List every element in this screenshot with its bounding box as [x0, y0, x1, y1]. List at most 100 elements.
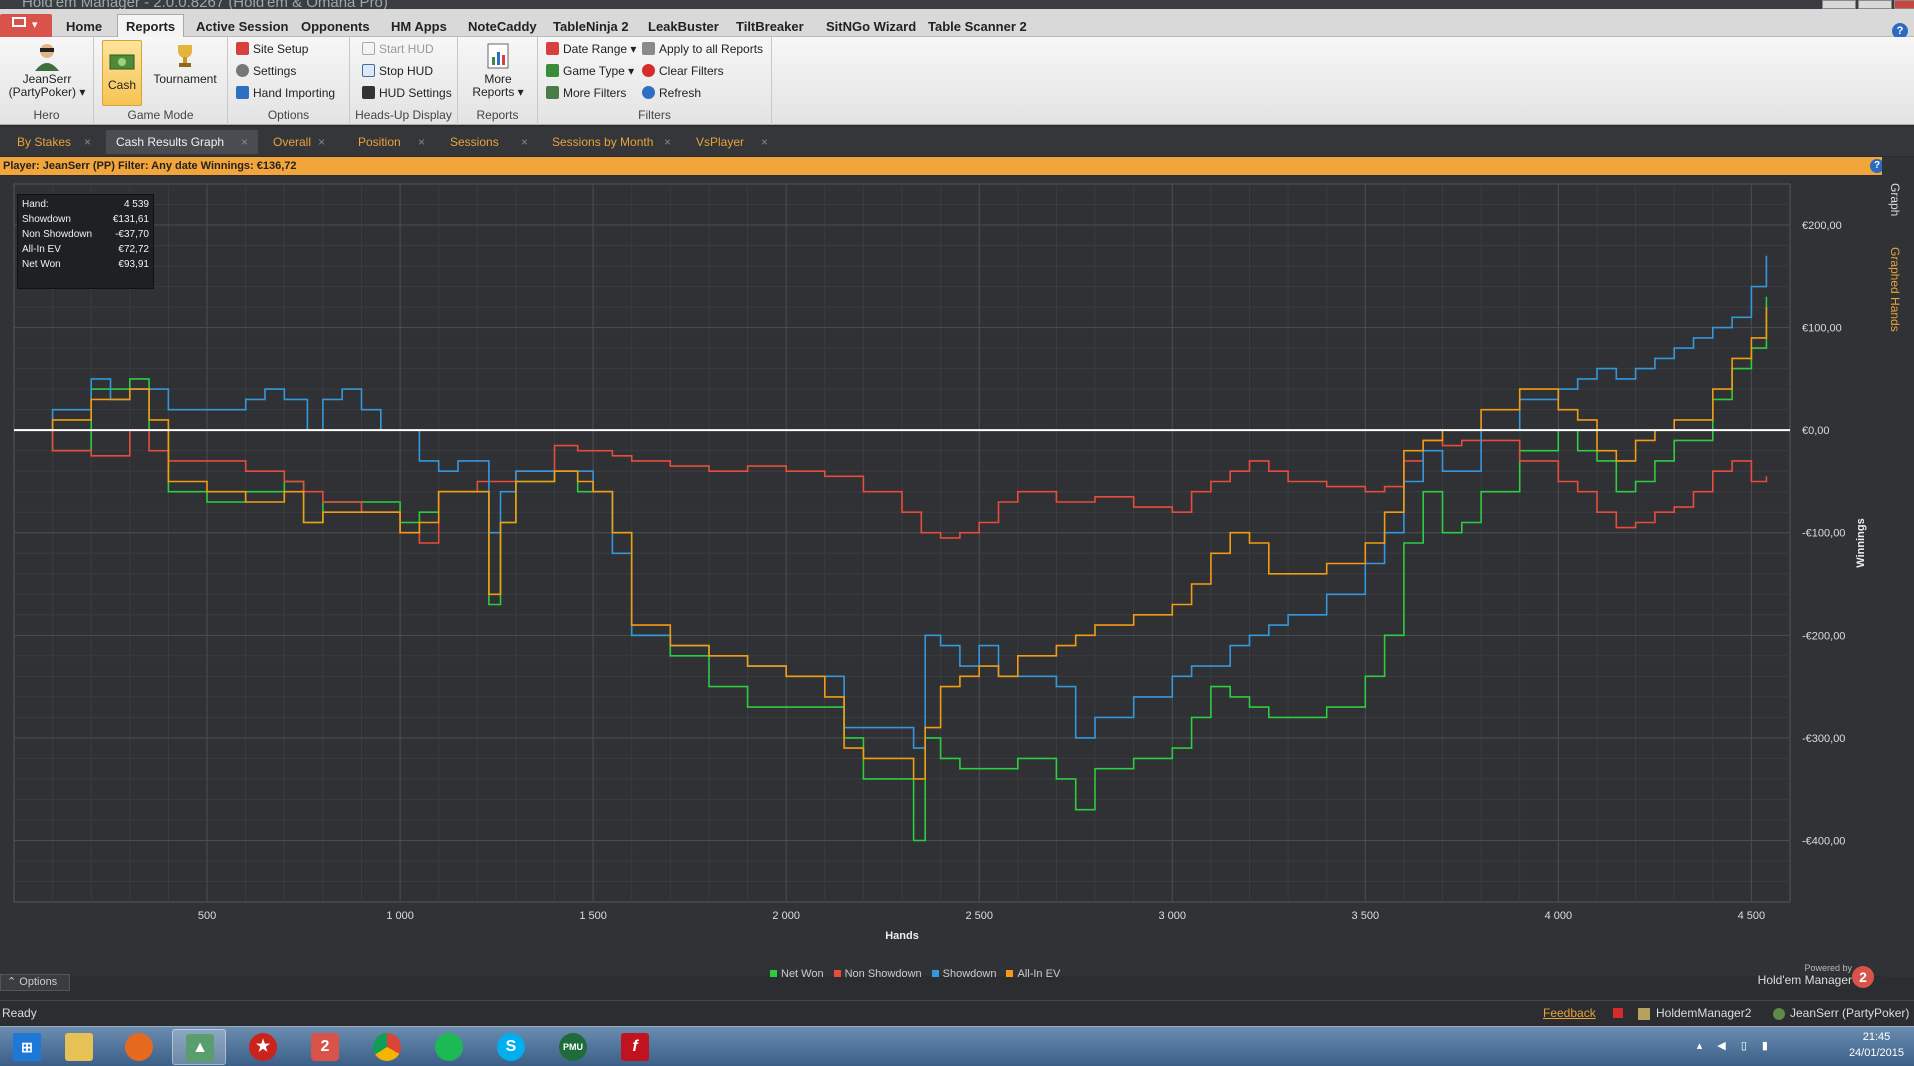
- app-menu-button[interactable]: ▾: [0, 14, 52, 38]
- close-icon[interactable]: ×: [84, 130, 91, 154]
- game-mode-group-label: Game Mode: [127, 108, 194, 122]
- refresh-icon: [642, 86, 655, 99]
- menu-tab-notecaddy[interactable]: NoteCaddy: [460, 16, 545, 38]
- reports-group: More Reports ▾ Reports: [458, 37, 538, 125]
- feedback-link[interactable]: Feedback: [1543, 1001, 1596, 1025]
- taskbar-explorer[interactable]: [52, 1029, 106, 1065]
- close-icon[interactable]: ×: [521, 130, 528, 154]
- clear-icon: [642, 64, 655, 77]
- close-button[interactable]: [1894, 0, 1914, 9]
- close-icon[interactable]: ×: [318, 130, 325, 154]
- side-tab-graphed-hands[interactable]: Graphed Hands: [1888, 247, 1902, 332]
- status-player: JeanSerr (PartyPoker): [1790, 1006, 1910, 1020]
- hero-button[interactable]: JeanSerr (PartyPoker) ▾: [6, 41, 88, 105]
- stop-hud-button[interactable]: Stop HUD: [362, 62, 433, 81]
- close-icon[interactable]: ×: [664, 130, 671, 154]
- settings-button[interactable]: Settings: [236, 62, 296, 81]
- doc-tab-sessions-by-month[interactable]: Sessions by Month ×: [542, 130, 681, 154]
- start-button[interactable]: ⊞: [0, 1029, 54, 1065]
- site-setup-icon: [236, 42, 249, 55]
- refresh-label: Refresh: [659, 86, 702, 100]
- stat-label: Non Showdown: [22, 229, 93, 240]
- cash-button[interactable]: Cash: [102, 40, 142, 106]
- document-tabs: By Stakes × Cash Results Graph × Overall × Pos…: [0, 127, 1914, 156]
- doc-tab-overall[interactable]: Overall ×: [263, 130, 335, 154]
- reports-icon: [487, 43, 509, 69]
- close-icon[interactable]: ×: [418, 130, 425, 154]
- stat-row: Net Won €93,91: [22, 257, 149, 272]
- taskbar-spotify[interactable]: [422, 1029, 476, 1065]
- menu-tab-leakbuster[interactable]: LeakBuster: [640, 16, 727, 38]
- hud-settings-button[interactable]: HUD Settings: [362, 84, 452, 103]
- doc-tab-label: By Stakes: [17, 135, 72, 149]
- results-chart: 500 1 000 1 500 2 000 2 500 3 000 3 500 4 000 4 …: [13, 183, 1867, 942]
- y-tick-label: €0,00: [1802, 425, 1830, 437]
- menu-tab-hm-apps[interactable]: HM Apps: [383, 16, 455, 38]
- menu-tab-reports[interactable]: Reports: [117, 14, 185, 38]
- tournament-button[interactable]: Tournament: [146, 41, 224, 105]
- site-setup-button[interactable]: Site Setup: [236, 40, 308, 59]
- taskbar-skype[interactable]: S: [484, 1029, 538, 1065]
- taskbar-pmu[interactable]: PMU: [546, 1029, 600, 1065]
- menu-tab-opponents[interactable]: Opponents: [293, 16, 378, 38]
- x-tick-label: 3 000: [1158, 910, 1186, 922]
- doc-tab-sessions[interactable]: Sessions ×: [440, 130, 538, 154]
- start-hud-button[interactable]: Start HUD: [362, 40, 434, 59]
- taskbar-hm2[interactable]: ▲: [172, 1029, 226, 1065]
- powered-by: Powered by Hold'em Manager: [1757, 963, 1852, 987]
- y-tick-label: -€400,00: [1802, 835, 1845, 847]
- menu-tab-tableninja-2[interactable]: TableNinja 2: [545, 16, 637, 38]
- taskbar-pokerstars[interactable]: ★: [236, 1029, 290, 1065]
- more-reports-line1: More: [484, 72, 512, 86]
- legend-item[interactable]: All-In EV: [1006, 968, 1060, 980]
- menu-tab-home[interactable]: Home: [58, 16, 110, 38]
- taskbar-flash[interactable]: f: [608, 1029, 662, 1065]
- more-reports-button[interactable]: More Reports ▾: [468, 41, 528, 105]
- hud-group: Start HUD Stop HUD HUD Settings Heads-Up…: [350, 37, 458, 125]
- doc-tab-by-stakes[interactable]: By Stakes ×: [7, 130, 101, 154]
- close-icon[interactable]: ×: [761, 130, 768, 154]
- menu-tab-sitngo-wizard[interactable]: SitNGo Wizard: [818, 16, 924, 38]
- chrome-icon: [373, 1033, 401, 1061]
- taskbar-hm2-alt[interactable]: 2: [298, 1029, 352, 1065]
- system-tray[interactable]: ▴ ◀ ▯ ▮: [1697, 1039, 1774, 1052]
- refresh-button[interactable]: Refresh: [642, 84, 701, 103]
- clear-filters-button[interactable]: Clear Filters: [642, 62, 724, 81]
- menu-tab-table-scanner-2[interactable]: Table Scanner 2: [920, 16, 1035, 38]
- site-setup-label: Site Setup: [253, 42, 309, 56]
- options-group-label: Options: [267, 108, 310, 122]
- y-axis-label: Winnings: [1855, 518, 1867, 567]
- more-filters-button[interactable]: More Filters: [546, 84, 626, 103]
- options-toggle-button[interactable]: ⌃ Options: [0, 974, 70, 991]
- date-range-button[interactable]: Date Range ▾: [546, 40, 636, 59]
- game-type-icon: [546, 64, 559, 77]
- menu-tab-tiltbreaker[interactable]: TiltBreaker: [728, 16, 812, 38]
- apply-to-all-reports-button[interactable]: Apply to all Reports: [642, 40, 763, 59]
- hand-importing-button[interactable]: Hand Importing: [236, 84, 335, 103]
- minimize-button[interactable]: [1822, 0, 1856, 9]
- stat-row: Non Showdown -€37,70: [22, 227, 149, 242]
- play-icon: [362, 42, 375, 55]
- doc-tab-position[interactable]: Position ×: [348, 130, 435, 154]
- cash-results-graph: 500 1 000 1 500 2 000 2 500 3 000 3 500 4 000 4 …: [0, 176, 1882, 980]
- taskbar-firefox[interactable]: [112, 1029, 166, 1065]
- doc-tab-label: Sessions by Month: [552, 135, 654, 149]
- hand-importing-label: Hand Importing: [253, 86, 336, 100]
- legend-item[interactable]: Net Won: [770, 968, 824, 980]
- close-icon[interactable]: ×: [241, 130, 248, 154]
- side-tab-graph[interactable]: Graph: [1888, 183, 1902, 216]
- legend-label: All-In EV: [1017, 968, 1061, 980]
- more-filters-label: More Filters: [563, 86, 627, 100]
- maximize-button[interactable]: [1858, 0, 1892, 9]
- game-type-button[interactable]: Game Type ▾: [546, 62, 634, 81]
- menu-tab-active-session[interactable]: Active Session: [188, 16, 297, 38]
- legend-item[interactable]: Non Showdown: [833, 968, 922, 980]
- x-tick-label: 4 500: [1738, 910, 1766, 922]
- legend-item[interactable]: Showdown: [931, 968, 997, 980]
- doc-tab-vsplayer[interactable]: VsPlayer ×: [686, 130, 778, 154]
- taskbar-chrome[interactable]: [360, 1029, 414, 1065]
- title-bar: Hold'em Manager - 2.0.0.8267 (Hold'em & …: [0, 0, 1914, 9]
- legend-label: Showdown: [942, 968, 997, 980]
- doc-tab-cash-results-graph[interactable]: Cash Results Graph ×: [106, 130, 258, 154]
- hud-settings-label: HUD Settings: [379, 86, 452, 100]
